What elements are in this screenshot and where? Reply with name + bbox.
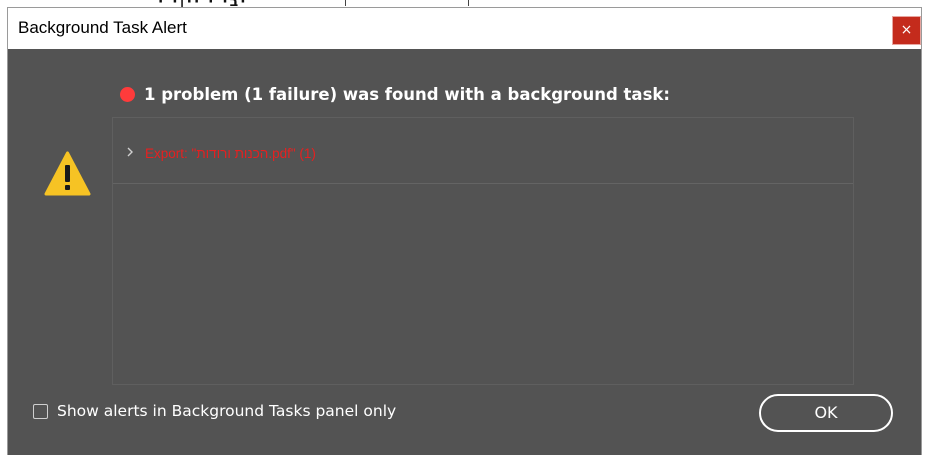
background-task-alert-dialog: Background Task Alert × 1 problem (1 fai… <box>8 8 921 455</box>
background-app-divider <box>345 0 346 6</box>
close-button[interactable]: × <box>892 16 921 45</box>
title-bar[interactable]: Background Task Alert × <box>8 8 921 49</box>
problem-text: Export: "הכנות ורודות.pdf" (1) <box>145 146 316 161</box>
problems-list: Export: "הכנות ורודות.pdf" (1) <box>112 117 854 385</box>
window-title: Background Task Alert <box>18 18 187 37</box>
background-app-strip: · ·|·· · ·ב· <box>0 0 929 10</box>
alert-headline-text: 1 problem (1 failure) was found with a b… <box>144 84 670 104</box>
warning-icon <box>44 151 91 196</box>
chevron-right-icon[interactable] <box>125 146 135 158</box>
alert-headline: 1 problem (1 failure) was found with a b… <box>120 82 670 106</box>
show-alerts-checkbox[interactable] <box>33 403 48 419</box>
ok-button[interactable]: OK <box>759 394 893 432</box>
problem-list-item[interactable]: Export: "הכנות ורודות.pdf" (1) <box>113 118 853 184</box>
background-app-divider <box>468 0 469 6</box>
error-status-dot <box>120 86 135 102</box>
show-alerts-label[interactable]: Show alerts in Background Tasks panel on… <box>57 402 396 420</box>
show-alerts-option[interactable]: Show alerts in Background Tasks panel on… <box>33 400 396 422</box>
